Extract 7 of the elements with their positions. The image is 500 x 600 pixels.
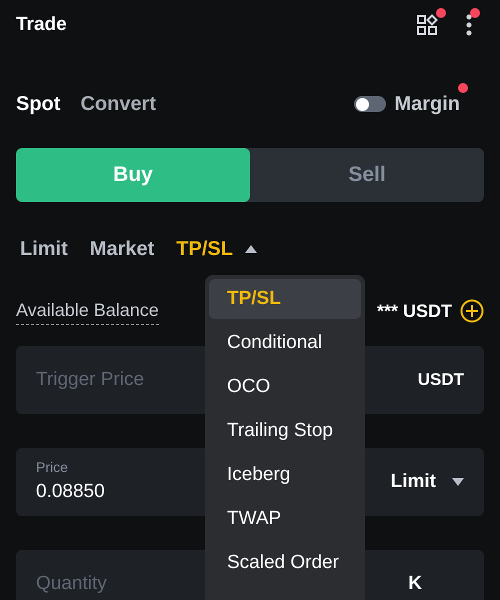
balance-value: *** USDT	[376, 300, 452, 322]
page-title: Trade	[16, 12, 67, 37]
price-label: Price	[36, 458, 69, 478]
unit-label: USDT	[418, 369, 464, 392]
balance-label: Available Balance	[16, 297, 159, 325]
unit-label: K	[408, 572, 423, 596]
margin-label: Margin	[394, 93, 460, 115]
